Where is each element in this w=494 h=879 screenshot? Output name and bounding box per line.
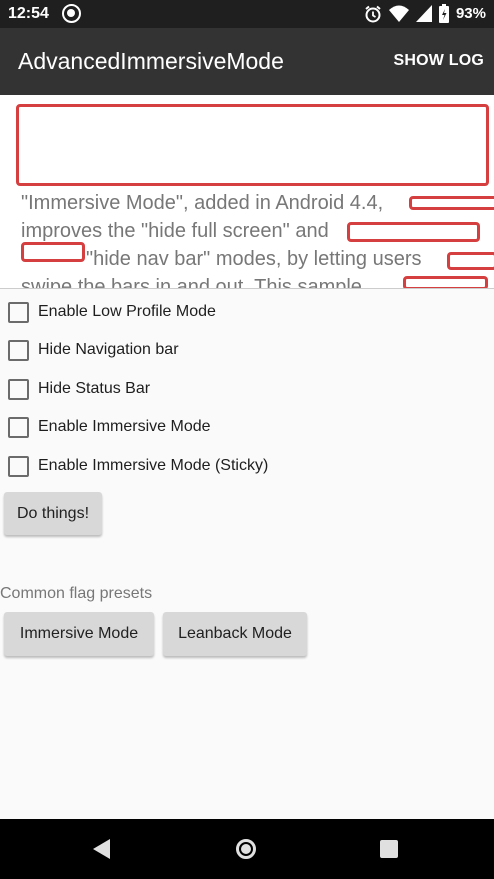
redaction-box (409, 196, 494, 210)
checkbox-label: Enable Immersive Mode (38, 418, 211, 435)
intro-scroll-area[interactable]: "Immersive Mode", added in Android 4.4, … (0, 95, 494, 289)
status-bar: 12:54 93% (0, 0, 494, 28)
redaction-box (403, 276, 488, 288)
app-bar: AdvancedImmersiveMode SHOW LOG (0, 28, 494, 95)
checkbox-box[interactable] (8, 455, 29, 477)
checkbox-label: Enable Low Profile Mode (38, 303, 216, 320)
checkbox-box[interactable] (8, 301, 29, 323)
hide-status-bar-checkbox[interactable]: Hide Status Bar (0, 371, 494, 407)
redaction-box (447, 252, 494, 270)
home-icon[interactable] (236, 839, 256, 859)
checkbox-label: Hide Navigation bar (38, 341, 179, 358)
signal-icon (415, 5, 432, 22)
at-sign-icon (62, 4, 81, 23)
system-nav-bar (0, 819, 494, 879)
immersive-mode-checkbox[interactable]: Enable Immersive Mode (0, 409, 494, 445)
intro-line: swipe the bars in and out. This sample (21, 276, 362, 289)
hide-nav-bar-checkbox[interactable]: Hide Navigation bar (0, 332, 494, 368)
low-profile-checkbox[interactable]: Enable Low Profile Mode (0, 294, 494, 330)
checkbox-box[interactable] (8, 378, 29, 400)
presets-heading: Common flag presets (0, 585, 153, 602)
wifi-icon (388, 5, 409, 22)
battery-icon (438, 4, 449, 23)
battery-percent: 93% (455, 5, 486, 22)
redaction-box (21, 242, 85, 262)
app-title: AdvancedImmersiveMode (18, 48, 284, 74)
intro-line: "Immersive Mode", added in Android 4.4, (21, 192, 384, 214)
immersive-sticky-checkbox[interactable]: Enable Immersive Mode (Sticky) (0, 448, 494, 484)
checkbox-label: Hide Status Bar (38, 380, 151, 397)
status-icons: 93% (364, 4, 486, 23)
recents-icon[interactable] (380, 840, 398, 858)
checkbox-box[interactable] (8, 416, 29, 438)
status-time: 12:54 (8, 5, 49, 22)
do-things-button[interactable]: Do things! (4, 492, 102, 535)
alarm-icon (365, 5, 381, 22)
back-icon[interactable] (93, 839, 110, 859)
show-log-button[interactable]: SHOW LOG (394, 52, 484, 70)
checkbox-box[interactable] (8, 339, 29, 361)
leanback-mode-button[interactable]: Leanback Mode (163, 612, 307, 656)
redaction-box (347, 222, 480, 242)
redaction-box (16, 104, 489, 186)
intro-line: "hide nav bar" modes, by letting users (86, 248, 422, 270)
checkbox-label: Enable Immersive Mode (Sticky) (38, 457, 269, 474)
immersive-mode-button[interactable]: Immersive Mode (4, 612, 154, 656)
